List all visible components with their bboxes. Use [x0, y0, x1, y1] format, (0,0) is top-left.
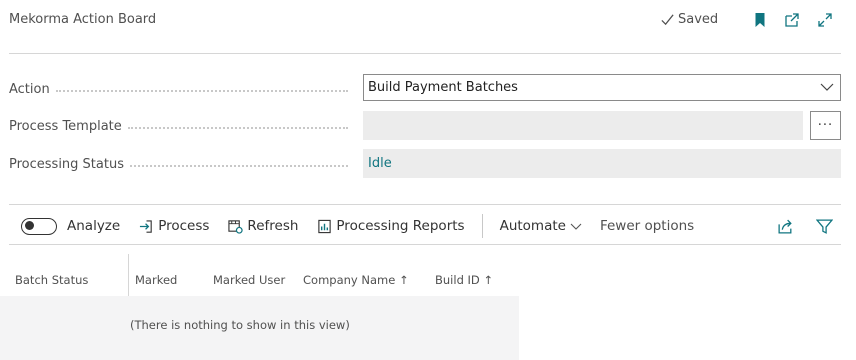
- process-template-field-row: Process Template ···: [9, 111, 841, 141]
- action-select[interactable]: Build Payment Batches: [363, 74, 841, 101]
- column-header-company-name[interactable]: Company Name ↑: [303, 264, 409, 296]
- refresh-label: Refresh: [247, 218, 299, 234]
- header-divider: [9, 53, 841, 54]
- processing-status-value: Idle: [363, 149, 841, 178]
- bookmark-icon[interactable]: [751, 11, 769, 29]
- column-header-batch-status[interactable]: Batch Status: [15, 264, 88, 296]
- fields-divider: [9, 204, 841, 205]
- fewer-options-button[interactable]: Fewer options: [600, 218, 694, 234]
- process-template-lookup-button[interactable]: ···: [810, 111, 841, 140]
- expand-icon[interactable]: [816, 11, 834, 29]
- column-header-marked[interactable]: Marked: [135, 264, 177, 296]
- action-label: Action: [9, 81, 56, 97]
- chevron-down-icon: [570, 223, 582, 230]
- automate-label: Automate: [499, 218, 566, 234]
- column-header-build-id[interactable]: Build ID ↑: [435, 264, 493, 296]
- filter-button[interactable]: [816, 218, 833, 235]
- analyze-label: Analyze: [67, 218, 121, 234]
- process-arrow-icon: [140, 219, 152, 233]
- share-button[interactable]: [777, 218, 794, 235]
- analyze-toggle[interactable]: [21, 217, 57, 235]
- open-new-window-icon[interactable]: [783, 11, 801, 29]
- processing-status-label: Processing Status: [9, 156, 130, 172]
- share-icon: [778, 219, 792, 234]
- chevron-down-icon: [820, 83, 834, 91]
- processing-status-field-row: Processing Status Idle: [9, 149, 841, 179]
- automate-menu[interactable]: Automate: [500, 218, 582, 234]
- process-label: Process: [158, 218, 210, 234]
- analyze-button[interactable]: Analyze: [67, 218, 120, 234]
- column-header-marked-user[interactable]: Marked User: [213, 264, 285, 296]
- page-title: Mekorma Action Board: [9, 12, 157, 27]
- action-bar: Analyze Process Refresh Processing Repor…: [9, 212, 841, 240]
- process-template-input[interactable]: [363, 111, 803, 140]
- process-button[interactable]: Process: [139, 218, 209, 234]
- empty-message: (There is nothing to show in this view): [130, 318, 350, 332]
- actionbar-divider: [9, 244, 841, 245]
- checkmark-icon: [661, 14, 674, 26]
- saved-status: Saved: [660, 12, 718, 27]
- action-field-row: Action Build Payment Batches: [9, 74, 841, 104]
- filter-icon: [816, 218, 833, 234]
- process-template-label: Process Template: [9, 118, 128, 134]
- processing-reports-button[interactable]: Processing Reports: [317, 218, 465, 234]
- actionbar-separator: [481, 214, 483, 238]
- report-icon: [318, 219, 332, 233]
- processing-reports-label: Processing Reports: [336, 218, 465, 234]
- fewer-options-label: Fewer options: [599, 218, 695, 234]
- refresh-button[interactable]: Refresh: [228, 218, 298, 234]
- refresh-icon: [228, 219, 244, 234]
- frozen-column-divider: [128, 254, 129, 296]
- action-select-value: Build Payment Batches: [368, 80, 518, 95]
- saved-label: Saved: [678, 12, 719, 27]
